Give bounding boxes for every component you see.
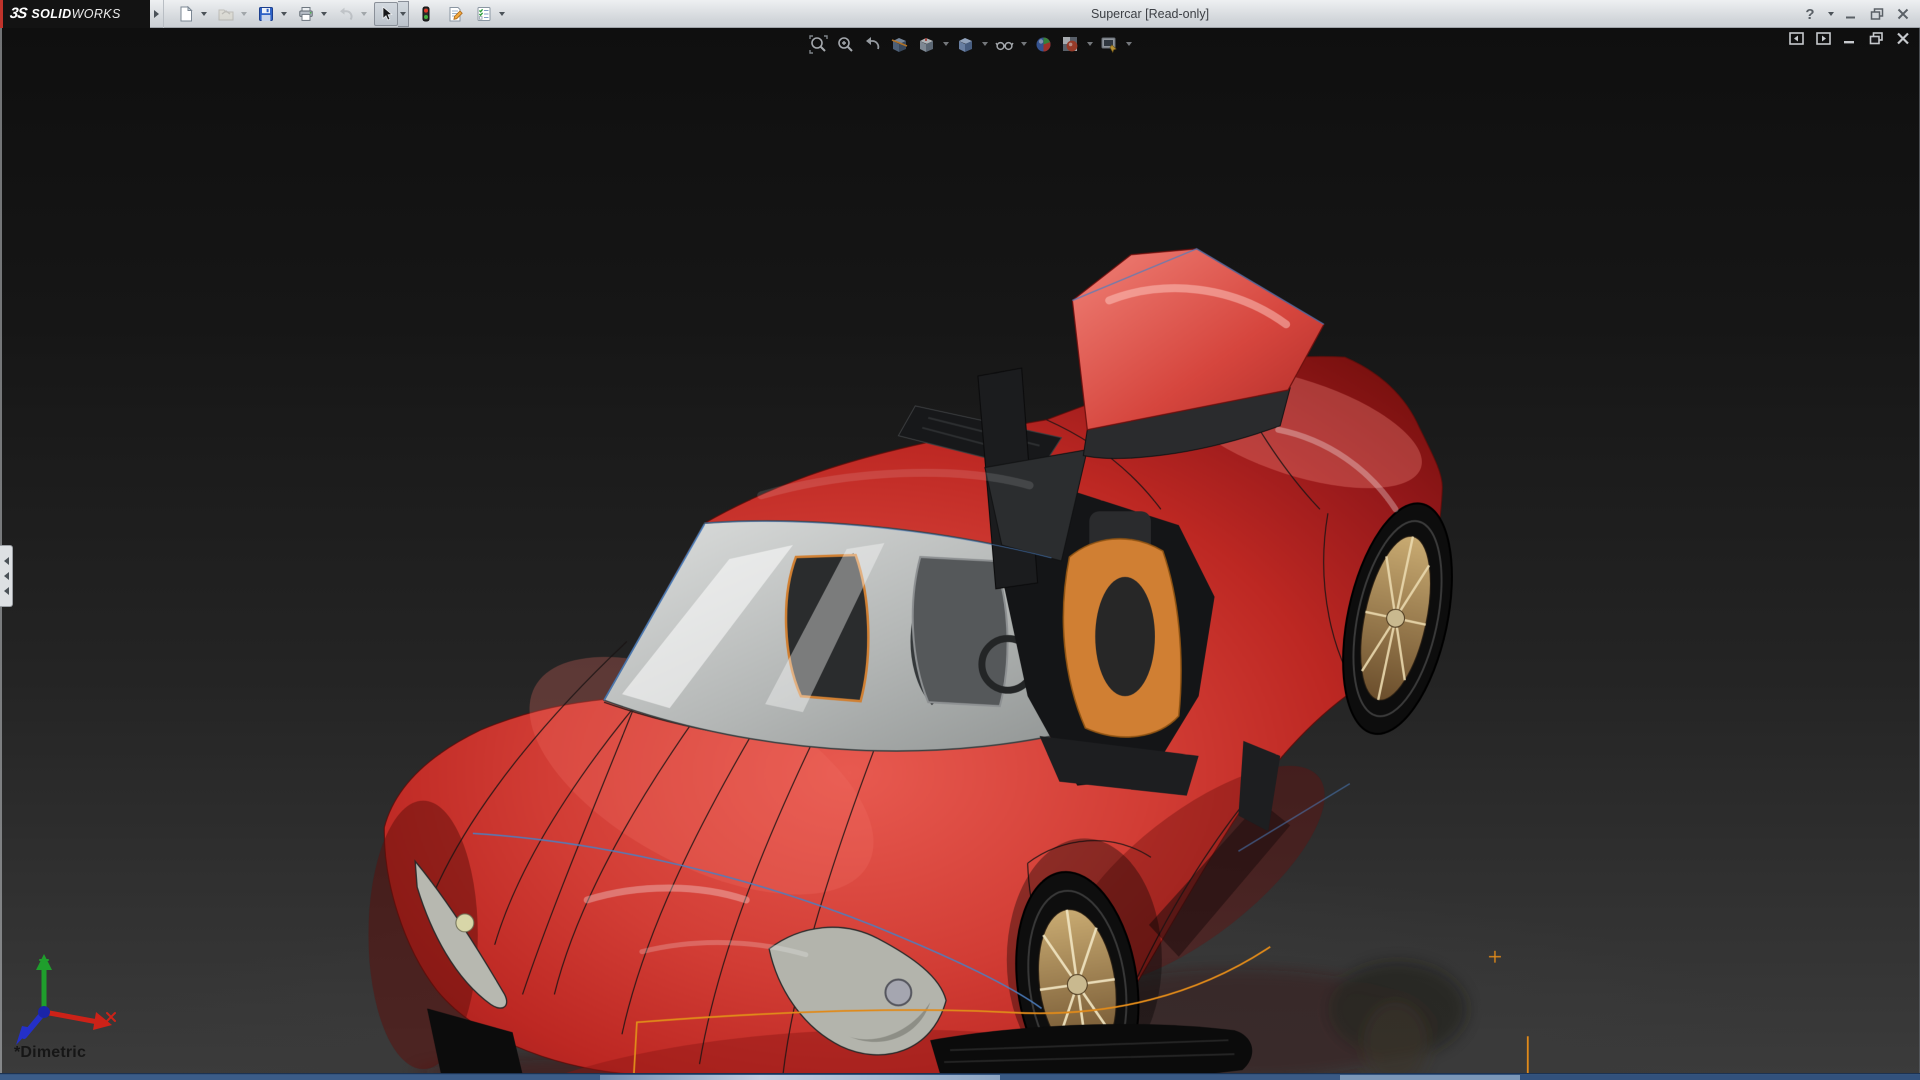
pane-left-icon <box>1789 32 1804 45</box>
brand-wordmark: SOLIDWORKS <box>31 7 120 21</box>
help-button[interactable]: ? <box>1799 3 1821 25</box>
printer-icon <box>298 6 314 22</box>
headsup-view-toolbar <box>806 31 1133 57</box>
title-bar: 3S SOLIDWORKS <box>0 0 1920 28</box>
menu-expand-arrow[interactable] <box>150 0 164 28</box>
zoom-to-fit-icon <box>809 35 828 54</box>
doc-close-icon <box>1896 32 1910 45</box>
zoom-to-area-button[interactable] <box>833 32 857 56</box>
new-document-dropdown[interactable] <box>198 2 209 26</box>
featuremanager-collapsed-tab[interactable] <box>0 545 13 607</box>
minimize-icon <box>1844 7 1858 21</box>
doc-restore-icon <box>1869 32 1884 45</box>
display-style-button[interactable] <box>953 32 977 56</box>
view-settings-dropdown[interactable] <box>1124 32 1133 56</box>
minimize-button[interactable] <box>1840 3 1862 25</box>
pane-right-icon <box>1816 32 1831 45</box>
save-button[interactable] <box>254 2 278 26</box>
logo-red-sliver <box>0 0 3 28</box>
display-style-cube-icon <box>956 35 975 54</box>
reference-triad <box>10 950 120 1055</box>
chevron-right-icon <box>154 10 159 18</box>
previous-view-button[interactable] <box>860 32 884 56</box>
print-button[interactable] <box>294 2 318 26</box>
undo-dropdown[interactable] <box>358 2 369 26</box>
cursor-arrow-icon <box>378 6 394 22</box>
previous-view-icon <box>863 35 882 54</box>
supercar-3d-model[interactable] <box>0 28 1920 1074</box>
rebuild-button[interactable] <box>414 2 438 26</box>
undo-arrow-icon <box>338 6 354 22</box>
document-window-controls <box>1789 32 1910 45</box>
close-icon <box>1896 7 1910 21</box>
options-checklist-icon <box>476 6 492 22</box>
window-title: Supercar [Read-only] <box>1020 0 1280 28</box>
section-view-icon <box>890 35 909 54</box>
hide-show-items-dropdown[interactable] <box>1019 32 1028 56</box>
zoom-to-fit-button[interactable] <box>806 32 830 56</box>
view-orientation-dropdown[interactable] <box>941 32 950 56</box>
view-orientation-label: *Dimetric <box>14 1044 86 1062</box>
select-tool-button[interactable] <box>374 2 398 26</box>
new-document-button[interactable] <box>174 2 198 26</box>
pane-left-toggle[interactable] <box>1789 32 1804 45</box>
titlebar-controls: ? <box>1799 0 1914 28</box>
help-dropdown[interactable] <box>1825 2 1836 26</box>
chevron-left-icon <box>4 587 9 595</box>
new-document-icon <box>178 6 194 22</box>
edit-appearance-button[interactable] <box>1031 32 1055 56</box>
apply-scene-icon <box>1061 35 1080 54</box>
chevron-left-icon <box>4 557 9 565</box>
apply-scene-dropdown[interactable] <box>1085 32 1094 56</box>
options-button[interactable] <box>472 2 496 26</box>
open-button[interactable] <box>214 2 238 26</box>
save-floppy-icon <box>258 6 274 22</box>
view-orientation-cube-icon <box>917 35 936 54</box>
standard-toolbar <box>164 0 512 28</box>
hide-show-items-button[interactable] <box>992 32 1016 56</box>
solidworks-logo: 3S SOLIDWORKS <box>0 0 150 28</box>
options-dropdown[interactable] <box>496 2 507 26</box>
file-properties-button[interactable] <box>443 2 467 26</box>
save-dropdown[interactable] <box>278 2 289 26</box>
restore-button[interactable] <box>1866 3 1888 25</box>
display-style-dropdown[interactable] <box>980 32 989 56</box>
zoom-to-area-icon <box>836 35 855 54</box>
dassault-3ds-icon: 3S <box>9 5 28 22</box>
chevron-left-icon <box>4 572 9 580</box>
traffic-light-icon <box>418 6 434 22</box>
taskbar-edge <box>0 1073 1920 1080</box>
eyeglasses-icon <box>995 35 1014 54</box>
restore-icon <box>1870 7 1885 21</box>
section-view-button[interactable] <box>887 32 911 56</box>
view-orientation-button[interactable] <box>914 32 938 56</box>
graphics-area[interactable]: *Dimetric <box>0 28 1920 1074</box>
view-settings-button[interactable] <box>1097 32 1121 56</box>
doc-close-button[interactable] <box>1896 32 1910 45</box>
doc-minimize-button[interactable] <box>1843 32 1857 45</box>
select-tool-dropdown[interactable] <box>398 1 409 27</box>
open-folder-icon <box>218 6 234 22</box>
undo-button[interactable] <box>334 2 358 26</box>
print-dropdown[interactable] <box>318 2 329 26</box>
doc-minimize-icon <box>1843 32 1857 45</box>
file-properties-icon <box>447 6 463 22</box>
close-button[interactable] <box>1892 3 1914 25</box>
pane-right-toggle[interactable] <box>1816 32 1831 45</box>
solidworks-window: 3S SOLIDWORKS <box>0 0 1920 1080</box>
apply-scene-button[interactable] <box>1058 32 1082 56</box>
appearance-sphere-icon <box>1034 35 1053 54</box>
doc-restore-button[interactable] <box>1869 32 1884 45</box>
view-settings-icon <box>1100 35 1119 54</box>
open-dropdown[interactable] <box>238 2 249 26</box>
